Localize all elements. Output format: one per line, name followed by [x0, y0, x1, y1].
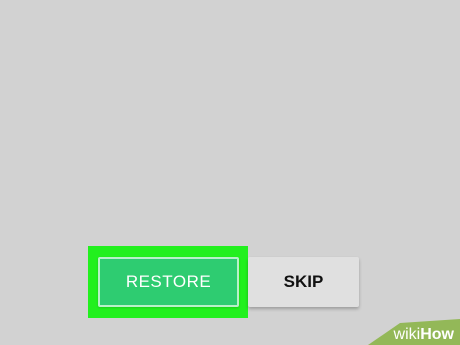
wikihow-logo-icon: wikiHow: [368, 319, 460, 345]
restore-button[interactable]: RESTORE: [98, 257, 239, 307]
restore-button-label: RESTORE: [125, 272, 212, 291]
wikihow-watermark: wikiHow: [340, 309, 460, 345]
svg-text:wikiHow: wikiHow: [393, 326, 455, 343]
skip-button-label: SKIP: [283, 272, 324, 291]
skip-button[interactable]: SKIP: [248, 257, 359, 307]
